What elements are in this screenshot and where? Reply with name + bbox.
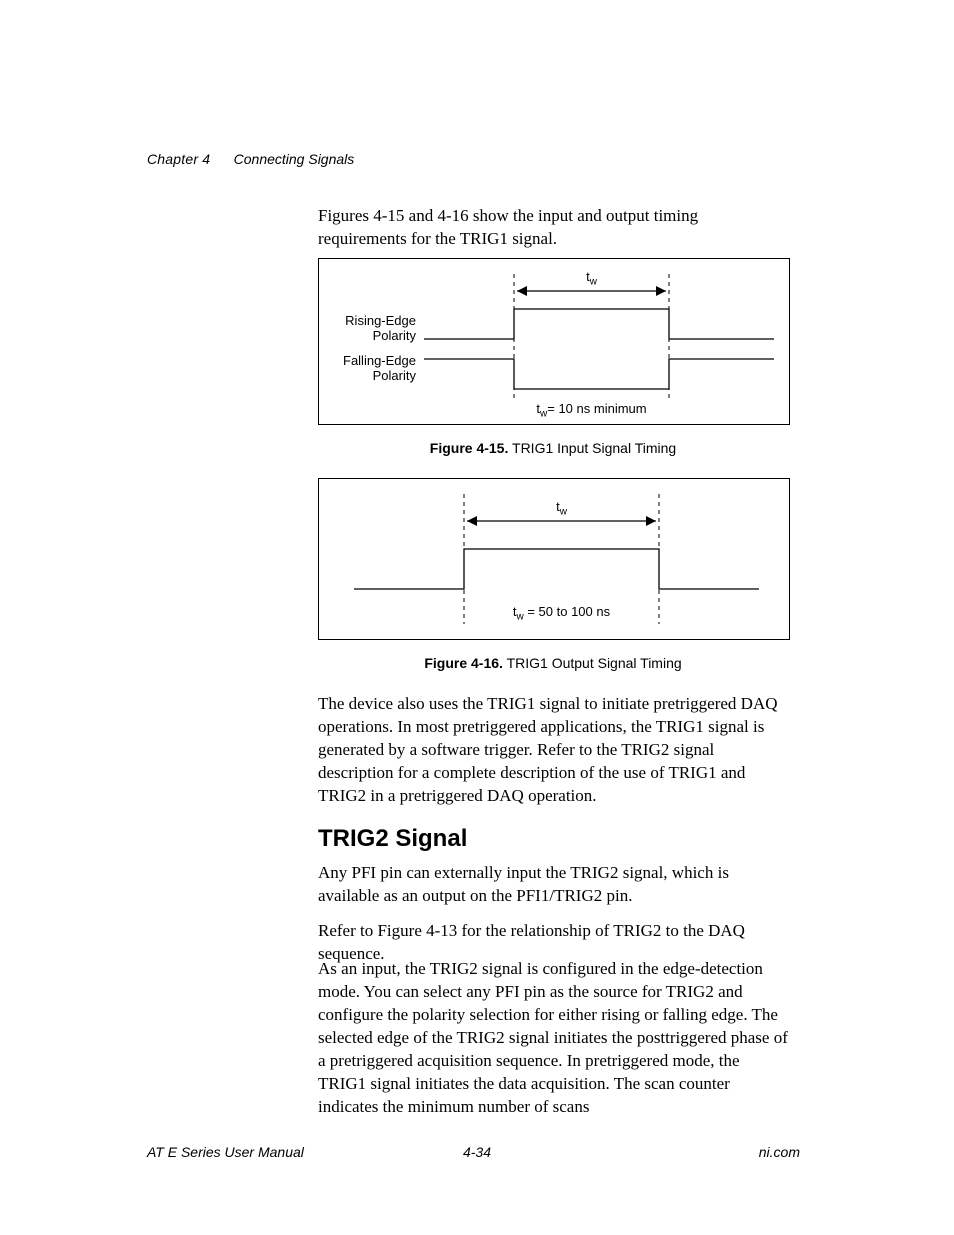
chapter-title: Connecting Signals: [234, 151, 355, 167]
page: Chapter 4 Connecting Signals Figures 4-1…: [0, 0, 954, 1235]
label-falling-edge: Falling-Edge Polarity: [319, 354, 416, 384]
footer-right: ni.com: [759, 1144, 800, 1160]
section-heading-trig2: TRIG2 Signal: [318, 825, 467, 853]
footer-center: 4-34: [0, 1144, 954, 1160]
paragraph-trig2-intro: Any PFI pin can externally input the TRI…: [318, 862, 788, 908]
paragraph-trig2-detail: As an input, the TRIG2 signal is configu…: [318, 958, 788, 1119]
paragraph-pretrigger: The device also uses the TRIG1 signal to…: [318, 693, 788, 808]
chapter-number: Chapter 4: [147, 151, 210, 167]
label-tw-note: tw= 10 ns minimum: [514, 401, 669, 420]
figure-4-16: tw tw = 50 to 100 ns: [318, 478, 790, 640]
figure-4-15: Rising-Edge Polarity Falling-Edge Polari…: [318, 258, 790, 425]
label-tw-2: tw: [464, 499, 659, 518]
figure-4-16-caption: Figure 4-16. TRIG1 Output Signal Timing: [318, 655, 788, 671]
intro-paragraph: Figures 4-15 and 4-16 show the input and…: [318, 205, 788, 251]
figure-4-15-caption: Figure 4-15. TRIG1 Input Signal Timing: [318, 440, 788, 456]
label-tw-note-2: tw = 50 to 100 ns: [464, 604, 659, 623]
label-rising-edge: Rising-Edge Polarity: [319, 314, 416, 344]
running-header: Chapter 4 Connecting Signals: [147, 151, 354, 167]
label-tw: tw: [514, 269, 669, 288]
